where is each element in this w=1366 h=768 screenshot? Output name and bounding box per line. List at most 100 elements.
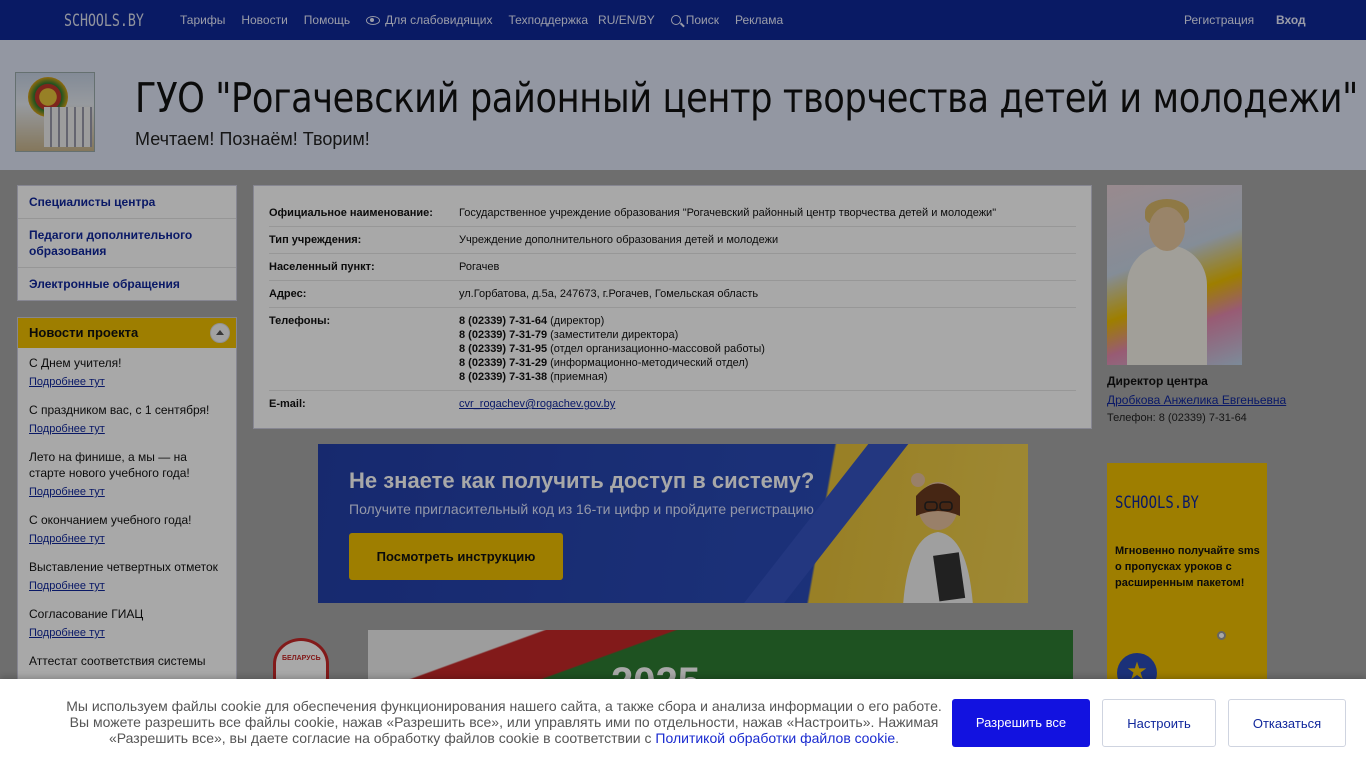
table-row: Телефоны: 8 (02339) 7-31-64 (директор) 8… [269,308,1076,391]
search-icon [670,15,681,25]
table-row: Официальное наименование: Государственное… [269,200,1076,227]
phone-desc: (директор) [550,315,605,327]
main-menu: Тарифы Новости Помощь Для слабовидящих Т… [180,13,799,27]
table-row: Населенный пункт: Рогачев [269,254,1076,281]
sidebar-item-appeals[interactable]: Электронные обращения [18,268,236,300]
news-title[interactable]: С праздником вас, с 1 сентября! [29,403,209,417]
phone-number: 8 (02339) 7-31-64 [459,315,548,327]
building-icon [44,107,92,147]
phone-desc: (приемная) [550,371,608,383]
info-key: Населенный пункт: [269,261,375,273]
cookie-consent-bar: Мы используем файлы cookie для обеспечен… [0,679,1366,768]
cookie-text: Мы используем файлы cookie для обеспечен… [60,698,948,746]
view-instruction-button[interactable]: Посмотреть инструкцию [349,533,563,580]
info-value: ул.Горбатова, д.5а, 247673, г.Рогачев, Г… [459,288,759,300]
eye-icon [366,16,381,25]
list-item: Лето на финише, а мы — на старте нового … [18,442,236,505]
school-motto: Мечтаем! Познаём! Творим! [135,129,370,149]
info-value: Учреждение дополнительного образования д… [459,234,779,246]
sms-ad-banner[interactable]: SCHOOLS.BY Мгновенно получайте sms о про… [1107,463,1267,693]
info-key: Телефоны: [269,315,331,327]
news-title[interactable]: Аттестат соответствия системы [29,654,205,668]
list-item: С окончанием учебного года! Подробнее тут [18,505,236,552]
nav-accessibility-label: Для слабовидящих [385,13,493,27]
photo-figure-head [1149,207,1185,251]
phone-desc: (информационно-методический отдел) [550,357,749,369]
sidebar-links: Специалисты центра Педагоги дополнительн… [17,185,237,301]
schools-by-logo[interactable]: SCHOOLS.BY [64,11,144,31]
slider-dot-icon[interactable] [1217,631,1226,640]
director-phone: Телефон: 8 (02339) 7-31-64 [1107,412,1247,424]
nav-search-label: Поиск [685,13,719,27]
page-title: ГУО "Рогачевский районный центр творчест… [135,74,1358,122]
nav-accessibility[interactable]: Для слабовидящих [366,13,493,27]
news-title[interactable]: С окончанием учебного года! [29,513,192,527]
refuse-button[interactable]: Отказаться [1228,699,1346,747]
read-more-link[interactable]: Подробнее тут [29,531,225,547]
news-panel-header: Новости проекта [18,318,236,348]
nav-help[interactable]: Помощь [304,13,350,27]
left-sidebar: Специалисты центра Педагоги дополнительн… [17,185,237,717]
school-info-panel: Официальное наименование: Государственное… [253,185,1092,429]
phone-desc: (отдел организационно-массовой работы) [550,343,765,355]
phone-number: 8 (02339) 7-31-29 [459,357,548,369]
read-more-link[interactable]: Подробнее тут [29,421,225,437]
collapse-chevron-up-icon[interactable] [210,323,230,343]
info-value: cvr_rogachev@rogachev.gov.by [459,397,1076,411]
read-more-link[interactable]: Подробнее тут [29,625,225,641]
register-link[interactable]: Регистрация [1184,13,1254,27]
school-logo-image [15,72,95,152]
project-news-panel: Новости проекта С Днем учителя! Подробнее… [17,317,237,717]
email-link[interactable]: cvr_rogachev@rogachev.gov.by [459,398,615,410]
ad-logo: SCHOOLS.BY [1115,493,1199,513]
info-key: Адрес: [269,288,307,300]
banner-heading: Не знаете как получить доступ в систему? [349,468,815,493]
banner-subtitle: Получите пригласительный код из 16-ти ци… [349,501,814,517]
sidebar-item-specialists[interactable]: Специалисты центра [18,186,236,219]
read-more-link[interactable]: Подробнее тут [29,578,225,594]
table-row: Тип учреждения: Учреждение дополнительног… [269,227,1076,254]
phone-entry: 8 (02339) 7-31-38 (приемная) [459,370,1076,384]
read-more-link[interactable]: Подробнее тут [29,484,225,500]
list-item: С Днем учителя! Подробнее тут [18,348,236,395]
cookie-settings-button[interactable]: Настроить [1102,699,1216,747]
phone-entry: 8 (02339) 7-31-79 (заместители директора… [459,328,1076,342]
director-photo [1107,185,1242,365]
sidebar-item-teachers[interactable]: Педагоги дополнительного образования [18,219,236,268]
nav-support[interactable]: Техподдержка [509,13,589,27]
nav-news[interactable]: Новости [241,13,287,27]
access-help-banner[interactable]: Не знаете как получить доступ в систему?… [318,444,1028,603]
nav-ads[interactable]: Реклама [735,13,783,27]
badge-label: БЕЛАРУСЬ [282,655,321,662]
info-key: Официальное наименование: [269,207,433,219]
info-key: E-mail: [269,398,306,410]
table-row: E-mail: cvr_rogachev@rogachev.gov.by [269,391,1076,417]
phone-desc: (заместители директора) [550,329,679,341]
language-switch[interactable]: RU/EN/BY [598,13,655,27]
phone-entry: 8 (02339) 7-31-95 (отдел организационно-… [459,342,1076,356]
news-title[interactable]: Выставление четвертных отметок [29,560,218,574]
phones-list: 8 (02339) 7-31-64 (директор) 8 (02339) 7… [459,314,1076,384]
news-title[interactable]: Согласование ГИАЦ [29,607,143,621]
accept-all-button[interactable]: Разрешить все [952,699,1090,747]
director-role: Директор центра [1107,374,1208,388]
news-title[interactable]: С Днем учителя! [29,356,121,370]
list-item: Выставление четвертных отметок Подробнее … [18,552,236,599]
nav-tariffs[interactable]: Тарифы [180,13,225,27]
school-header: ГУО "Рогачевский районный центр творчест… [0,40,1366,170]
list-item: Согласование ГИАЦ Подробнее тут [18,599,236,646]
list-item: Аттестат соответствия системы [18,646,236,674]
read-more-link[interactable]: Подробнее тут [29,374,225,390]
news-title[interactable]: Лето на финише, а мы — на старте нового … [29,450,190,480]
cookie-policy-link[interactable]: Политикой обработки файлов cookie [655,730,895,746]
photo-figure [1127,245,1207,365]
phone-entry: 8 (02339) 7-31-29 (информационно-методич… [459,356,1076,370]
table-row: Адрес: ул.Горбатова, д.5а, 247673, г.Рога… [269,281,1076,308]
login-link[interactable]: Вход [1276,13,1306,27]
nav-search[interactable]: Поиск [670,13,719,27]
top-navbar: SCHOOLS.BY Тарифы Новости Помощь Для сла… [0,0,1366,40]
thinking-woman-illustration [903,473,973,603]
director-name-link[interactable]: Дробкова Анжелика Евгеньевна [1107,393,1286,407]
info-value: Рогачев [459,261,500,273]
ad-text: Мгновенно получайте sms о пропусках урок… [1115,545,1260,589]
